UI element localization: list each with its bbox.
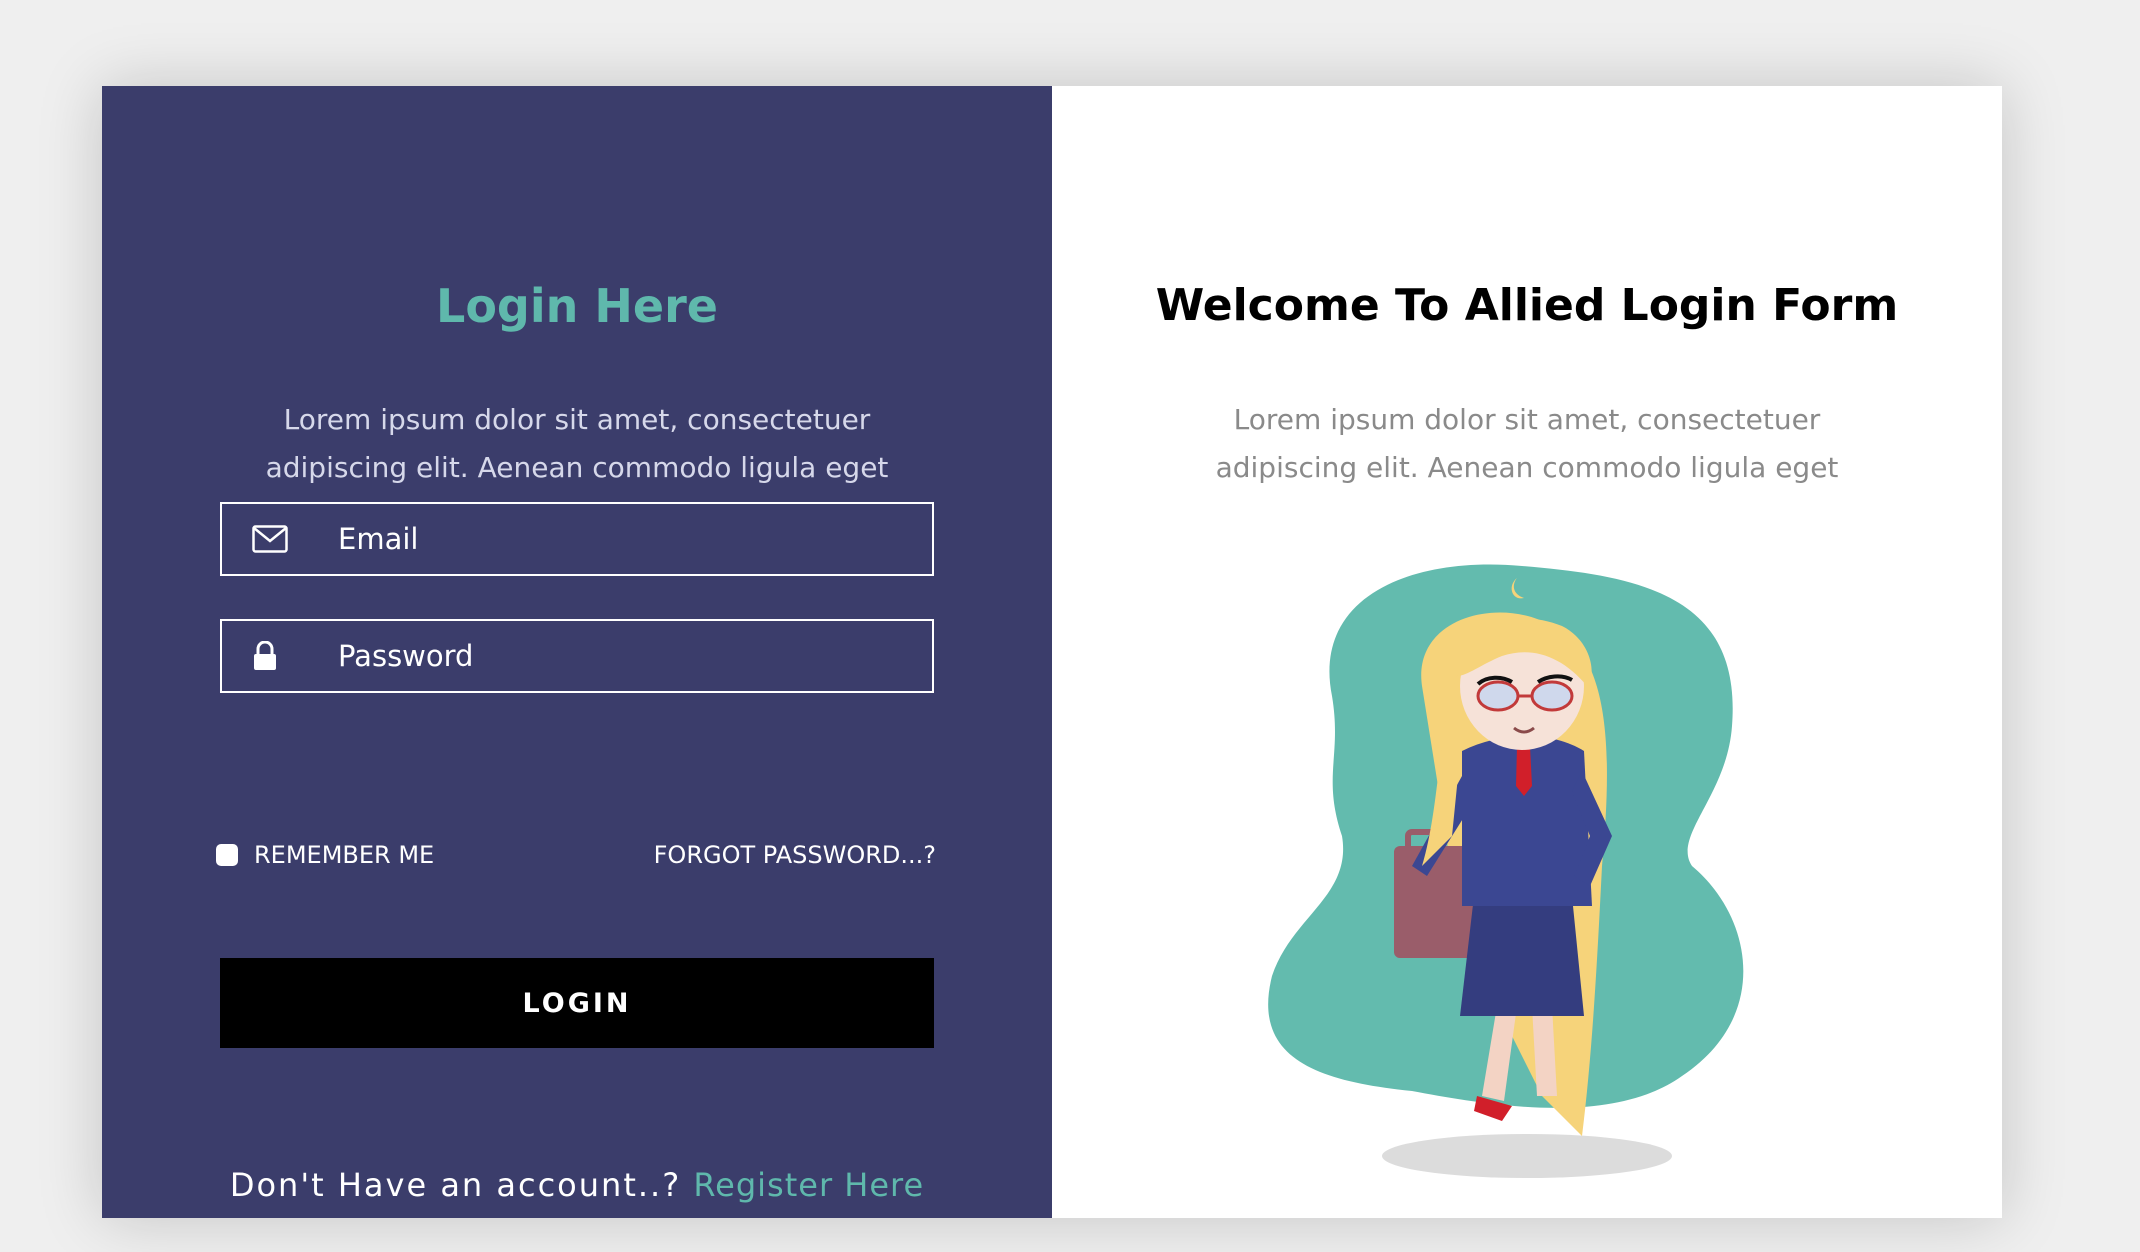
remember-me-label: REMEMBER ME — [254, 841, 435, 869]
login-button[interactable]: LOGIN — [220, 958, 934, 1048]
password-field[interactable] — [220, 619, 934, 693]
register-prompt: Don't Have an account..? — [229, 1166, 682, 1204]
login-card: Login Here Lorem ipsum dolor sit amet, c… — [102, 86, 2002, 1218]
email-input[interactable] — [336, 521, 900, 557]
forgot-password-link[interactable]: FORGOT PASSWORD...? — [654, 841, 936, 869]
login-options: REMEMBER ME FORGOT PASSWORD...? — [216, 838, 936, 872]
businesswoman-illustration — [1268, 564, 1744, 1178]
welcome-title: Welcome To Allied Login Form — [1155, 280, 1899, 331]
email-field[interactable] — [220, 502, 934, 576]
lock-icon — [252, 641, 322, 671]
envelope-icon — [252, 525, 322, 553]
register-prompt-line: Don't Have an account..? Register Here — [102, 1166, 1052, 1204]
welcome-panel: Welcome To Allied Login Form Lorem ipsum… — [1052, 86, 2002, 1218]
login-description: Lorem ipsum dolor sit amet, consectetuer… — [265, 403, 889, 484]
register-link[interactable]: Register Here — [693, 1166, 924, 1204]
password-input[interactable] — [336, 638, 900, 674]
remember-me-checkbox[interactable] — [216, 844, 238, 866]
welcome-description: Lorem ipsum dolor sit amet, consectetuer… — [1215, 403, 1839, 484]
login-panel: Login Here Lorem ipsum dolor sit amet, c… — [102, 86, 1052, 1218]
remember-me[interactable]: REMEMBER ME — [216, 841, 434, 869]
login-title: Login Here — [436, 279, 718, 333]
